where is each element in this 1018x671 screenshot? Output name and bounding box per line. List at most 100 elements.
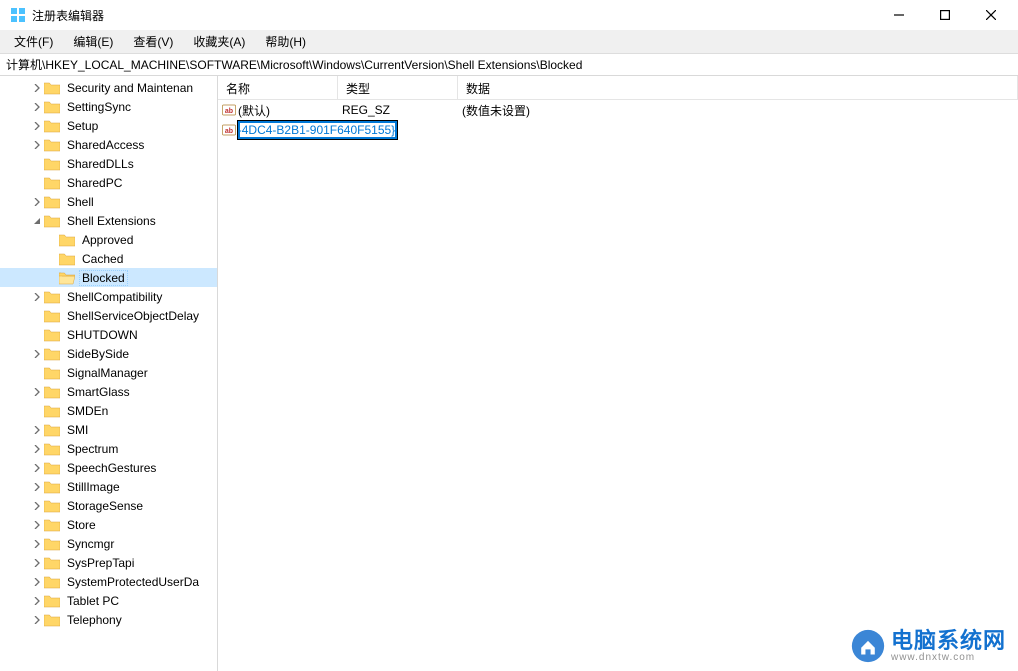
chevron-down-icon[interactable] — [30, 214, 44, 228]
chevron-right-icon[interactable] — [30, 81, 44, 95]
menu-file[interactable]: 文件(F) — [4, 30, 63, 53]
maximize-icon — [940, 10, 950, 20]
tree-item[interactable]: Syncmgr — [0, 534, 217, 553]
value-row[interactable]: ab — [218, 120, 1018, 140]
tree-item[interactable]: SpeechGestures — [0, 458, 217, 477]
tree-item-label: SMDEn — [64, 404, 111, 418]
tree-item[interactable]: StillImage — [0, 477, 217, 496]
tree-item[interactable]: SignalManager — [0, 363, 217, 382]
tree-item[interactable]: Spectrum — [0, 439, 217, 458]
maximize-button[interactable] — [922, 0, 968, 30]
chevron-right-icon[interactable] — [30, 138, 44, 152]
chevron-right-icon[interactable] — [30, 499, 44, 513]
address-bar[interactable]: 计算机\HKEY_LOCAL_MACHINE\SOFTWARE\Microsof… — [0, 54, 1018, 76]
window-buttons — [876, 0, 1014, 30]
tree-item[interactable]: SharedPC — [0, 173, 217, 192]
column-header-name[interactable]: 名称 — [218, 76, 338, 99]
column-header-type[interactable]: 类型 — [338, 76, 458, 99]
tree-item[interactable]: Security and Maintenan — [0, 78, 217, 97]
tree-item[interactable]: SideBySide — [0, 344, 217, 363]
folder-icon — [44, 366, 60, 380]
folder-icon — [44, 309, 60, 323]
chevron-right-icon[interactable] — [30, 594, 44, 608]
folder-icon — [44, 499, 60, 513]
chevron-right-icon[interactable] — [30, 480, 44, 494]
tree-panel[interactable]: Security and Maintenan SettingSync Setup Sh… — [0, 76, 218, 671]
folder-icon — [44, 328, 60, 342]
menu-edit[interactable]: 编辑(E) — [63, 30, 123, 53]
folder-icon — [44, 119, 60, 133]
tree-item-label: Store — [64, 518, 99, 532]
tree-item-label: SettingSync — [64, 100, 134, 114]
tree-item[interactable]: SMI — [0, 420, 217, 439]
folder-icon — [44, 613, 60, 627]
folder-icon — [44, 157, 60, 171]
chevron-right-icon[interactable] — [30, 518, 44, 532]
tree-item[interactable]: ShellServiceObjectDelay — [0, 306, 217, 325]
tree-item[interactable]: Shell — [0, 192, 217, 211]
chevron-right-icon[interactable] — [30, 385, 44, 399]
chevron-right-icon[interactable] — [30, 195, 44, 209]
tree-item-label: SHUTDOWN — [64, 328, 141, 342]
column-header-data[interactable]: 数据 — [458, 76, 1018, 99]
tree-item[interactable]: Telephony — [0, 610, 217, 629]
menu-favorites[interactable]: 收藏夹(A) — [183, 30, 255, 53]
tree-item[interactable]: Setup — [0, 116, 217, 135]
tree-item[interactable]: SharedDLLs — [0, 154, 217, 173]
values-panel: 名称 类型 数据 ab(默认)REG_SZ(数值未设置)ab — [218, 76, 1018, 671]
folder-icon — [44, 290, 60, 304]
tree-item-label: SysPrepTapi — [64, 556, 137, 570]
tree-item[interactable]: Shell Extensions — [0, 211, 217, 230]
menu-view[interactable]: 查看(V) — [123, 30, 183, 53]
tree-item[interactable]: SMDEn — [0, 401, 217, 420]
folder-icon — [44, 195, 60, 209]
values-body[interactable]: ab(默认)REG_SZ(数值未设置)ab — [218, 100, 1018, 671]
chevron-right-icon[interactable] — [30, 613, 44, 627]
folder-icon — [44, 100, 60, 114]
folder-icon — [44, 81, 60, 95]
value-row[interactable]: ab(默认)REG_SZ(数值未设置) — [218, 100, 1018, 120]
tree-item-label: SharedAccess — [64, 138, 147, 152]
tree-item[interactable]: Tablet PC — [0, 591, 217, 610]
chevron-right-icon[interactable] — [30, 442, 44, 456]
menubar: 文件(F) 编辑(E) 查看(V) 收藏夹(A) 帮助(H) — [0, 30, 1018, 54]
folder-icon — [44, 556, 60, 570]
chevron-right-icon[interactable] — [30, 423, 44, 437]
folder-icon — [44, 385, 60, 399]
close-button[interactable] — [968, 0, 1014, 30]
titlebar: 注册表编辑器 — [0, 0, 1018, 30]
chevron-right-icon[interactable] — [30, 556, 44, 570]
tree-item[interactable]: SHUTDOWN — [0, 325, 217, 344]
value-name-edit-input[interactable] — [238, 121, 397, 139]
tree-item-label: SmartGlass — [64, 385, 133, 399]
chevron-right-icon[interactable] — [30, 347, 44, 361]
tree-item-label: Approved — [79, 233, 136, 247]
tree-item[interactable]: ShellCompatibility — [0, 287, 217, 306]
tree-item[interactable]: Approved — [0, 230, 217, 249]
tree-item-label: Cached — [79, 252, 126, 266]
tree-item[interactable]: Cached — [0, 249, 217, 268]
tree-item[interactable]: Store — [0, 515, 217, 534]
chevron-right-icon[interactable] — [30, 100, 44, 114]
chevron-right-icon[interactable] — [30, 461, 44, 475]
tree-item-label: Shell — [64, 195, 97, 209]
tree-item[interactable]: SysPrepTapi — [0, 553, 217, 572]
tree-item-label: SignalManager — [64, 366, 151, 380]
tree-item[interactable]: SmartGlass — [0, 382, 217, 401]
chevron-right-icon[interactable] — [30, 119, 44, 133]
minimize-button[interactable] — [876, 0, 922, 30]
chevron-right-icon[interactable] — [30, 537, 44, 551]
tree-item[interactable]: SystemProtectedUserDa — [0, 572, 217, 591]
chevron-right-icon[interactable] — [30, 575, 44, 589]
tree-item-label: Blocked — [79, 270, 128, 286]
tree-item-label: SideBySide — [64, 347, 132, 361]
tree-item[interactable]: SharedAccess — [0, 135, 217, 154]
tree-item[interactable]: Blocked — [0, 268, 217, 287]
tree-item[interactable]: SettingSync — [0, 97, 217, 116]
tree-item-label: Tablet PC — [64, 594, 122, 608]
tree-item[interactable]: StorageSense — [0, 496, 217, 515]
value-name-cell: ab(默认) — [218, 102, 338, 119]
chevron-right-icon[interactable] — [30, 290, 44, 304]
menu-help[interactable]: 帮助(H) — [255, 30, 316, 53]
tree-item-label: Shell Extensions — [64, 214, 159, 228]
